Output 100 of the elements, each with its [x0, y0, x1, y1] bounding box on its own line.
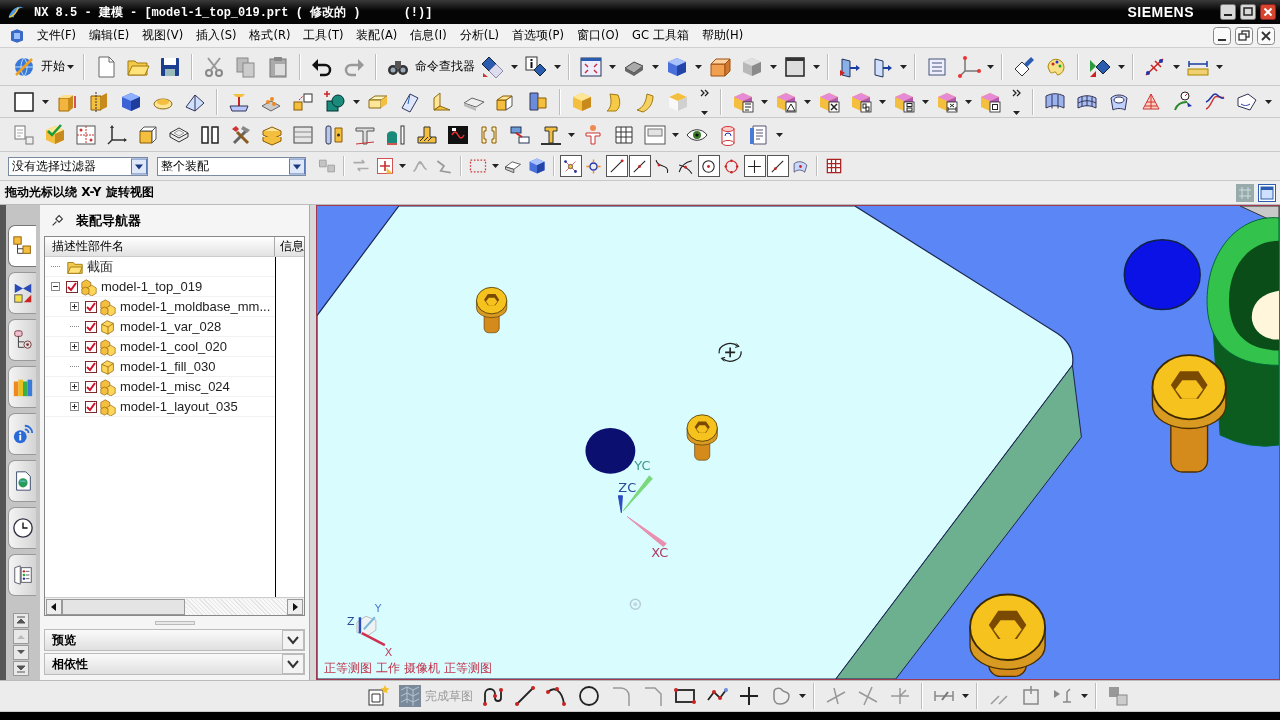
start-button[interactable]: 开始: [10, 51, 76, 82]
caret-icon[interactable]: [511, 64, 518, 69]
caret-icon[interactable]: [770, 64, 777, 69]
checkbox[interactable]: [85, 400, 97, 413]
cube-icon[interactable]: [527, 156, 547, 176]
caret-icon[interactable]: [67, 64, 74, 69]
resource-tab[interactable]: [8, 460, 36, 502]
fit-view-icon[interactable]: [579, 54, 603, 79]
double-chevron-icon[interactable]: [1011, 88, 1022, 97]
checkbox[interactable]: [66, 280, 78, 293]
caret-icon[interactable]: [776, 132, 783, 137]
plus-icon[interactable]: [737, 684, 761, 708]
snap-toggle-button[interactable]: [697, 155, 720, 177]
pin-icon[interactable]: [51, 214, 64, 227]
tree-item-label[interactable]: 截面: [87, 257, 113, 276]
tree-item-label[interactable]: model-1_cool_020: [120, 339, 227, 354]
chevron-down-icon[interactable]: [282, 654, 304, 674]
menu-item[interactable]: 格式(R): [242, 28, 297, 43]
resource-tab[interactable]: [8, 413, 36, 455]
checkbox[interactable]: [85, 300, 97, 313]
caret-icon[interactable]: [799, 694, 806, 698]
arrow-left-icon[interactable]: [46, 598, 62, 615]
sketch-sparkle-icon[interactable]: [366, 684, 390, 708]
snap-toggle-button[interactable]: [743, 155, 766, 177]
minimize-icon[interactable]: [1213, 26, 1231, 45]
caret-icon[interactable]: [1216, 64, 1223, 69]
minimize-icon[interactable]: [1220, 4, 1236, 20]
caret-icon[interactable]: [804, 99, 811, 104]
expand-icon[interactable]: [70, 302, 79, 311]
tree-item-label[interactable]: model-1_moldbase_mm...: [120, 299, 271, 314]
expand-icon[interactable]: [70, 342, 79, 351]
menu-item[interactable]: 文件(F): [30, 28, 83, 43]
fullscreen-icon[interactable]: [1258, 183, 1276, 202]
square-icon[interactable]: [12, 89, 36, 114]
caret-icon[interactable]: [652, 64, 659, 69]
caret-icon[interactable]: [962, 694, 969, 698]
caret-icon[interactable]: [987, 64, 994, 69]
checkbox[interactable]: [85, 380, 97, 393]
close-icon[interactable]: [1257, 26, 1275, 45]
double-chevron-icon[interactable]: [699, 88, 710, 97]
checkbox[interactable]: [85, 340, 97, 353]
caret-icon[interactable]: [42, 99, 49, 104]
command-finder-button[interactable]: 命令查找器: [384, 51, 475, 82]
caret-icon[interactable]: [399, 164, 406, 168]
panel-icon[interactable]: [642, 122, 667, 147]
restore-icon[interactable]: [1235, 26, 1253, 45]
column-header[interactable]: 描述性部件名: [45, 237, 275, 256]
grid-icon[interactable]: [824, 156, 844, 176]
tree-item-label[interactable]: model-1_fill_030: [120, 359, 216, 374]
info-icon[interactable]: [524, 54, 548, 79]
menu-item[interactable]: 工具(T): [296, 28, 350, 43]
chevron-down-icon[interactable]: [282, 630, 304, 650]
axes-icon[interactable]: [957, 54, 981, 79]
window-icon[interactable]: [783, 54, 807, 79]
layout-grid-icon[interactable]: [73, 122, 98, 147]
caret-icon[interactable]: [353, 99, 360, 104]
caret-icon[interactable]: [1173, 64, 1180, 69]
caret-icon[interactable]: [609, 64, 616, 69]
line-icon[interactable]: [513, 684, 537, 708]
scroll-top-icon[interactable]: [13, 613, 29, 628]
scope-dropdown[interactable]: 整个装配: [157, 156, 306, 176]
caret-icon[interactable]: [554, 64, 561, 69]
resource-tab[interactable]: [8, 319, 36, 361]
menu-item[interactable]: 信息(I): [403, 28, 454, 43]
menu-item[interactable]: 插入(S): [189, 28, 243, 43]
expand-icon[interactable]: [70, 382, 79, 391]
blocks-icon[interactable]: [526, 89, 550, 114]
snap-toggle-button[interactable]: [559, 155, 582, 177]
clipboard-icon[interactable]: [266, 54, 290, 79]
maximize-icon[interactable]: [1240, 4, 1256, 20]
resource-tab[interactable]: [8, 272, 36, 314]
circle-icon[interactable]: [577, 684, 601, 708]
resource-tab[interactable]: [8, 225, 36, 267]
menu-item[interactable]: 帮助(H): [695, 28, 750, 43]
menu-item[interactable]: 分析(L): [453, 28, 506, 43]
expand-icon[interactable]: [70, 402, 79, 411]
checkbox[interactable]: [85, 360, 97, 373]
caret-icon[interactable]: [900, 64, 907, 69]
dropdown-arrow-icon[interactable]: [289, 157, 305, 175]
resource-tab[interactable]: [8, 507, 36, 549]
arc-icon[interactable]: [545, 684, 569, 708]
panel-title[interactable]: 预览: [52, 631, 76, 649]
menu-item[interactable]: 编辑(E): [82, 28, 136, 43]
diamond-icon[interactable]: [481, 54, 505, 79]
brush-icon[interactable]: [1012, 54, 1036, 79]
tree-item-label[interactable]: model-1_misc_024: [120, 379, 230, 394]
menu-item[interactable]: 装配(A): [349, 28, 404, 43]
caret-icon[interactable]: [1265, 99, 1272, 104]
menu-item[interactable]: GC 工具箱: [625, 28, 696, 43]
caret-icon[interactable]: [1013, 110, 1020, 115]
dropdown-arrow-icon[interactable]: [131, 157, 147, 175]
tree-item-label[interactable]: model-1_top_019: [101, 279, 203, 294]
menu-item[interactable]: 窗口(O): [570, 28, 626, 43]
scroll-down-icon[interactable]: [13, 645, 29, 660]
collapse-icon[interactable]: [51, 282, 60, 291]
snap-toggle-button[interactable]: [766, 155, 789, 177]
caret-icon[interactable]: [879, 99, 886, 104]
resource-tab[interactable]: [8, 554, 36, 596]
caret-icon[interactable]: [695, 64, 702, 69]
caret-icon[interactable]: [965, 99, 972, 104]
